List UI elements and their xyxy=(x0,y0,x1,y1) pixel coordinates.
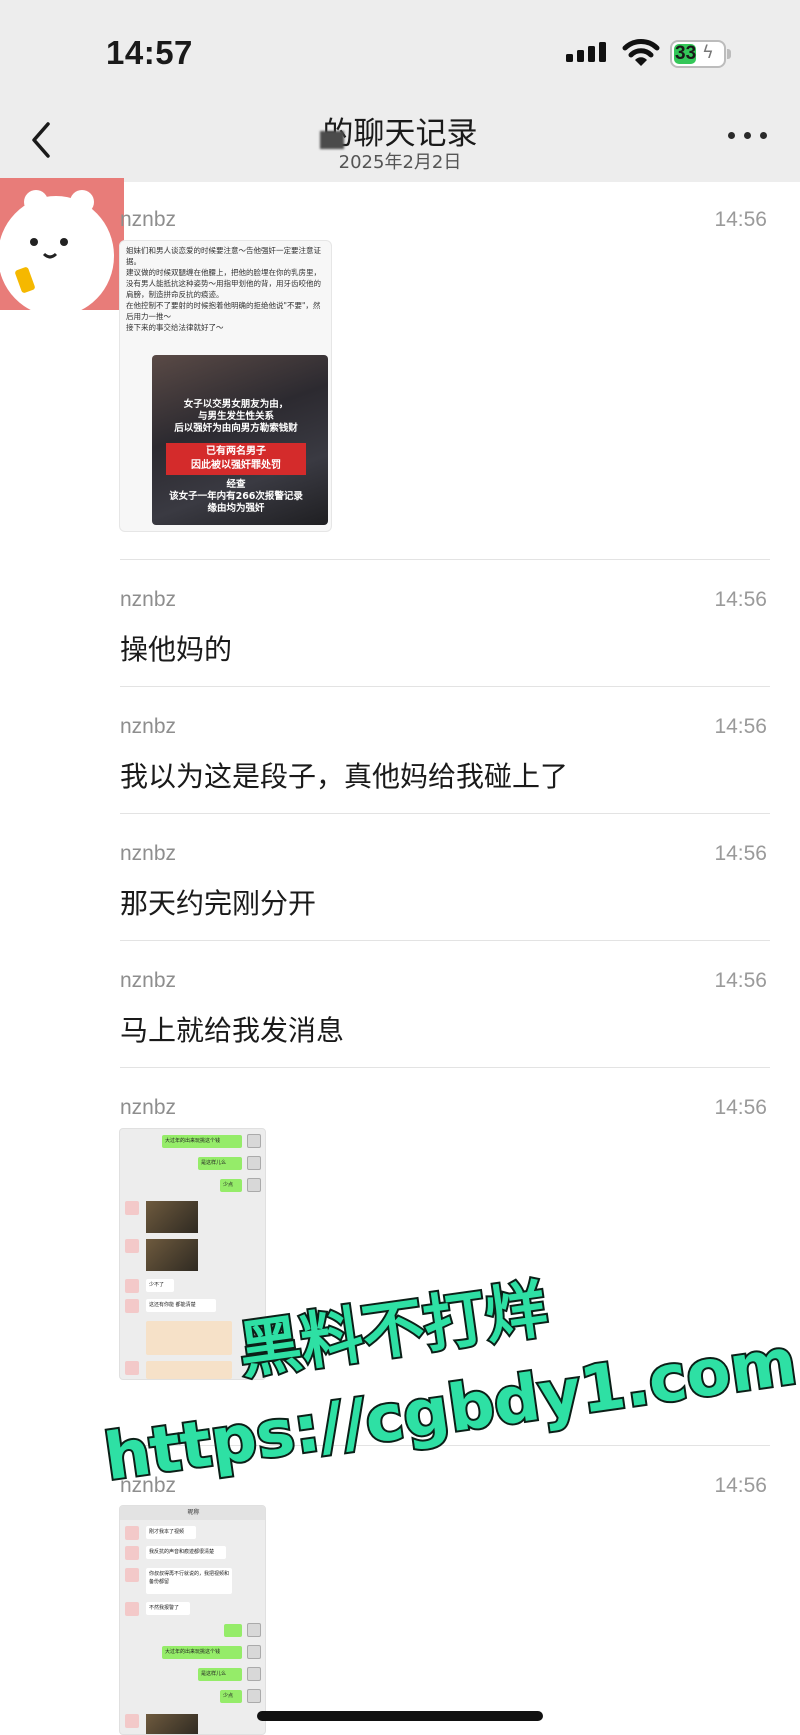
video-thumbnail: 女子以交男女朋友为由， 与男生发生性关系 后以强奸为由向男方勒索钱财 已有两名男… xyxy=(152,355,328,525)
home-indicator xyxy=(257,1711,543,1721)
sender-name: nznbz xyxy=(120,208,177,231)
chat-bubble: 你叔叔得再不行就说的，我把视频和备份都留 xyxy=(146,1568,232,1594)
status-time: 14:57 xyxy=(106,34,193,71)
chat-bubble: 少点 xyxy=(220,1179,242,1192)
redacted-name xyxy=(320,131,344,149)
mini-avatar xyxy=(125,1361,139,1375)
message-item: nznbz 14:56 xyxy=(120,1096,770,1120)
image-attachment[interactable]: 姐妹们和男人谈恋爱的时候要注意～告他强奸一定要注意证据。 建议做的时候双腿缠在他… xyxy=(119,240,332,532)
more-options-icon[interactable] xyxy=(728,128,768,144)
message-time: 14:56 xyxy=(714,208,767,231)
photo-thumbnail xyxy=(146,1201,198,1233)
image-attachment[interactable]: 大过年的出来玩挑这个钱 是这样儿么 少点 少不了 这还有你能 都能清楚 xyxy=(119,1128,266,1380)
message-item: nznbz 14:56 xyxy=(120,208,770,232)
message-item[interactable]: nznbz 14:56 马上就给我发消息 xyxy=(120,969,770,1047)
mini-avatar xyxy=(247,1178,261,1192)
sender-name: nznbz xyxy=(120,1096,177,1119)
photo-thumbnail xyxy=(146,1714,198,1734)
mini-avatar xyxy=(247,1689,261,1703)
sender-name: nznbz xyxy=(120,969,177,992)
page-date: 2025年2月2日 xyxy=(338,152,462,173)
chat-bubble: 大过年的出来玩挑这个钱 xyxy=(162,1135,242,1148)
message-item[interactable]: nznbz 14:56 操他妈的 xyxy=(120,588,770,666)
chat-bubble: 我反抗的声音和痕迹都很清楚 xyxy=(146,1546,226,1559)
mini-avatar xyxy=(247,1623,261,1637)
chat-bubble: 是这样儿么 xyxy=(198,1157,242,1170)
mini-avatar xyxy=(125,1239,139,1253)
chat-bubble: 是这样儿么 xyxy=(198,1668,242,1681)
divider xyxy=(120,1067,770,1068)
video-caption-2: 经查 该女子一年内有266次报警记录 缘由均为强奸 xyxy=(169,479,303,514)
chat-bubble: 这还有你能 都能清楚 xyxy=(146,1299,216,1312)
screenshot-title: 昵称 xyxy=(120,1506,265,1520)
cellular-signal-icon xyxy=(566,42,606,62)
mini-avatar xyxy=(125,1568,139,1582)
message-text: 马上就给我发消息 xyxy=(120,1014,345,1047)
sender-name: nznbz xyxy=(120,1474,177,1497)
transfer-card xyxy=(146,1361,232,1379)
chat-bubble xyxy=(224,1624,242,1637)
message-time: 14:56 xyxy=(714,842,767,865)
message-time: 14:56 xyxy=(714,969,767,992)
chat-bubble: 刚才我本了视频 xyxy=(146,1526,196,1539)
chat-bubble: 大过年的出来玩挑这个钱 xyxy=(162,1646,242,1659)
divider xyxy=(120,940,770,941)
chat-bubble: 少不了 xyxy=(146,1279,174,1292)
video-caption: 女子以交男女朋友为由， 与男生发生性关系 后以强奸为由向男方勒索钱财 xyxy=(174,399,298,434)
watermark-line-1: 黑料不打烊 xyxy=(235,1272,552,1387)
message-time: 14:56 xyxy=(714,588,767,611)
mini-avatar xyxy=(247,1134,261,1148)
battery-level: 33 xyxy=(675,43,697,64)
image-attachment[interactable]: 昵称 刚才我本了视频 我反抗的声音和痕迹都很清楚 你叔叔得再不行就说的，我把视频… xyxy=(119,1505,266,1735)
message-text: 我以为这是段子，真他妈给我碰上了 xyxy=(120,760,569,793)
page-title: 的聊天记录 xyxy=(322,116,478,152)
battery-cap xyxy=(727,49,731,59)
mini-avatar xyxy=(247,1156,261,1170)
mini-avatar xyxy=(125,1299,139,1313)
sender-name: nznbz xyxy=(120,842,177,865)
message-text: 那天约完刚分开 xyxy=(120,887,317,920)
message-time: 14:56 xyxy=(714,1096,767,1119)
message-time: 14:56 xyxy=(714,715,767,738)
chat-bubble: 不然我报警了 xyxy=(146,1602,190,1615)
message-text: 操他妈的 xyxy=(120,633,233,666)
divider xyxy=(120,559,770,560)
divider xyxy=(120,686,770,687)
mini-avatar xyxy=(125,1546,139,1560)
video-caption-red: 已有两名男子 因此被以强奸罪处罚 xyxy=(191,446,281,471)
sender-name: nznbz xyxy=(120,588,177,611)
message-time: 14:56 xyxy=(714,1474,767,1497)
mini-avatar xyxy=(125,1602,139,1616)
wifi-icon xyxy=(622,39,660,66)
divider xyxy=(120,813,770,814)
divider xyxy=(120,1445,770,1446)
sender-name: nznbz xyxy=(120,715,177,738)
mini-avatar xyxy=(125,1279,139,1293)
post-text: 姐妹们和男人谈恋爱的时候要注意～告他强奸一定要注意证据。 建议做的时候双腿缠在他… xyxy=(126,246,321,332)
mini-avatar xyxy=(125,1714,139,1728)
mini-avatar xyxy=(125,1526,139,1540)
photo-thumbnail xyxy=(146,1239,198,1271)
message-item: nznbz 14:56 xyxy=(120,1474,770,1498)
message-item[interactable]: nznbz 14:56 那天约完刚分开 xyxy=(120,842,770,920)
message-item[interactable]: nznbz 14:56 我以为这是段子，真他妈给我碰上了 xyxy=(120,715,770,793)
transfer-card xyxy=(146,1321,232,1355)
mini-avatar xyxy=(125,1201,139,1215)
chat-bubble: 少点 xyxy=(220,1690,242,1703)
mini-avatar xyxy=(247,1645,261,1659)
battery-icon: 33 ϟ xyxy=(670,40,726,68)
avatar[interactable] xyxy=(0,178,124,310)
mini-avatar xyxy=(247,1667,261,1681)
